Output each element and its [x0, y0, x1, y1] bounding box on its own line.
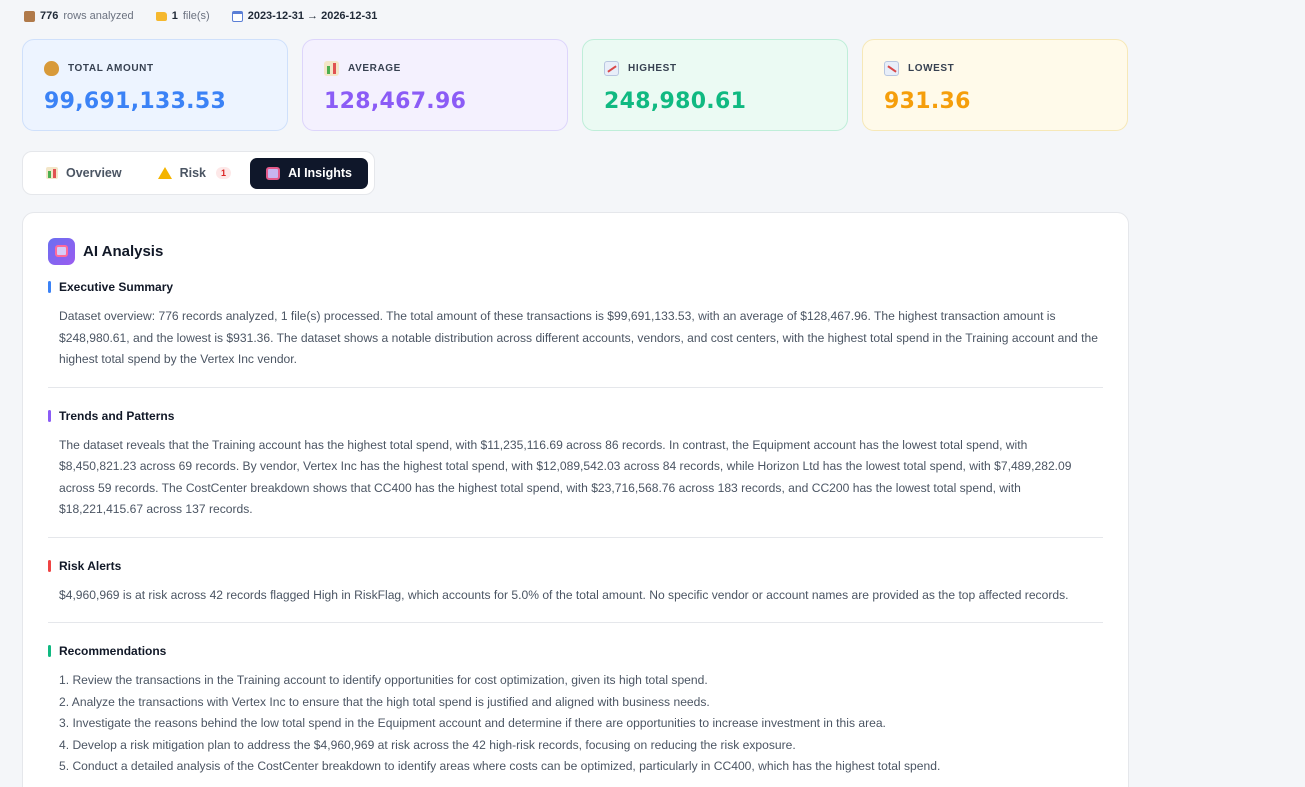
robot-icon [48, 237, 75, 265]
money-bag-icon [44, 60, 59, 76]
tab-label: Overview [66, 166, 122, 180]
stat-label: TOTAL AMOUNT [68, 62, 154, 74]
trend-down-icon [884, 60, 899, 76]
stat-value: 931.36 [884, 89, 971, 114]
folder-icon [155, 11, 167, 21]
divider [48, 622, 1103, 623]
list-item: 3. Investigate the reasons behind the lo… [59, 716, 886, 730]
stat-label: LOWEST [908, 62, 955, 74]
section-body: The dataset reveals that the Training ac… [59, 437, 1072, 517]
rows-meta: 776 rows analyzed [24, 10, 134, 22]
tab-ai-insights[interactable]: AI Insights [250, 157, 368, 189]
panel-header: AI Analysis [48, 237, 1103, 265]
section-accent [48, 409, 51, 422]
section-title: Risk Alerts [59, 558, 122, 573]
trend-up-icon [604, 60, 619, 76]
section-recommendations: Recommendations 1. Review the transactio… [48, 644, 1103, 778]
list-item: 4. Develop a risk mitigation plan to add… [59, 737, 796, 752]
section-body: $4,960,969 is at risk across 42 records … [59, 587, 1069, 602]
section-title: Executive Summary [59, 280, 174, 294]
divider [48, 386, 1103, 388]
stat-cards: TOTAL AMOUNT 99,691,133.53 AVERAGE 128,4… [22, 39, 1128, 131]
calendar-icon [231, 10, 243, 22]
section-accent [48, 559, 51, 572]
files-label: file(s) [182, 10, 210, 22]
files-meta: 1 file(s) [155, 10, 210, 22]
divider [48, 536, 1103, 538]
view-tabs: Overview Risk 1 AI Insights [22, 151, 375, 195]
list-item: 1. Review the transactions in the Traini… [59, 673, 708, 687]
tab-label: Risk [179, 166, 206, 180]
ai-analysis-panel: AI Analysis Executive Summary Dataset ov… [22, 212, 1129, 787]
tab-overview[interactable]: Overview [28, 158, 140, 189]
stat-label: AVERAGE [348, 62, 401, 74]
bar-chart-icon [324, 60, 339, 76]
dataset-meta-bar: 776 rows analyzed 1 file(s) 2023-12-31 →… [24, 8, 377, 24]
stat-card-total-amount: TOTAL AMOUNT 99,691,133.53 [22, 39, 288, 131]
rows-count: 776 [40, 10, 59, 22]
robot-icon [266, 166, 281, 180]
stat-card-average: AVERAGE 128,467.96 [302, 39, 568, 131]
box-icon [24, 10, 35, 22]
stat-card-highest: HIGHEST 248,980.61 [582, 39, 848, 131]
section-accent [48, 645, 51, 657]
tab-label: AI Insights [288, 166, 352, 180]
recommendations-list: 1. Review the transactions in the Traini… [48, 670, 1103, 778]
rows-label: rows analyzed [63, 10, 134, 22]
stat-value: 128,467.96 [324, 89, 467, 114]
section-accent [48, 281, 51, 293]
files-count: 1 [171, 10, 178, 22]
bar-chart-icon [46, 167, 58, 179]
stat-value: 248,980.61 [604, 89, 747, 114]
date-range: 2023-12-31 → 2026-12-31 [247, 10, 378, 22]
risk-count-badge: 1 [216, 167, 232, 179]
date-range-meta: 2023-12-31 → 2026-12-31 [231, 10, 378, 22]
list-item: 5. Conduct a detailed analysis of the Co… [59, 759, 941, 773]
section-title: Recommendations [59, 644, 167, 658]
section-executive-summary: Executive Summary Dataset overview: 776 … [48, 280, 1103, 388]
section-trends-and-patterns: Trends and Patterns The dataset reveals … [48, 409, 1103, 538]
section-title: Trends and Patterns [59, 408, 175, 423]
list-item: 2. Analyze the transactions with Vertex … [59, 694, 710, 709]
stat-value: 99,691,133.53 [44, 89, 227, 114]
panel-title: AI Analysis [83, 242, 164, 260]
warning-icon [157, 167, 172, 179]
stat-card-lowest: LOWEST 931.36 [862, 39, 1128, 131]
stat-label: HIGHEST [628, 62, 677, 74]
section-body: Dataset overview: 776 records analyzed, … [59, 309, 1098, 366]
section-risk-alerts: Risk Alerts $4,960,969 is at risk across… [48, 558, 1103, 623]
tab-risk[interactable]: Risk 1 [140, 158, 249, 189]
